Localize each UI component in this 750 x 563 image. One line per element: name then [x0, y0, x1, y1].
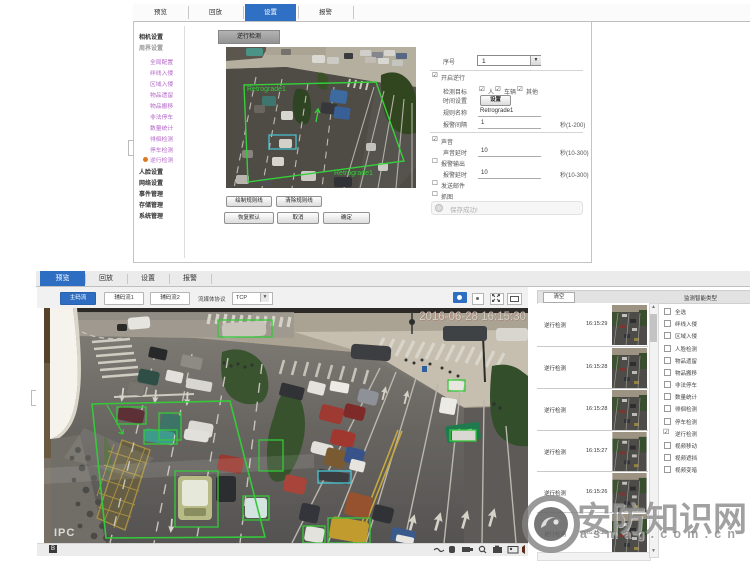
svg-text:2016-06-28 16:15:30: 2016-06-28 16:15:30 — [419, 311, 526, 323]
svg-text:Retrograde1: Retrograde1 — [247, 86, 286, 93]
svg-text:Retrograde1: Retrograde1 — [334, 170, 373, 177]
svg-text:IPC: IPC — [54, 527, 75, 539]
